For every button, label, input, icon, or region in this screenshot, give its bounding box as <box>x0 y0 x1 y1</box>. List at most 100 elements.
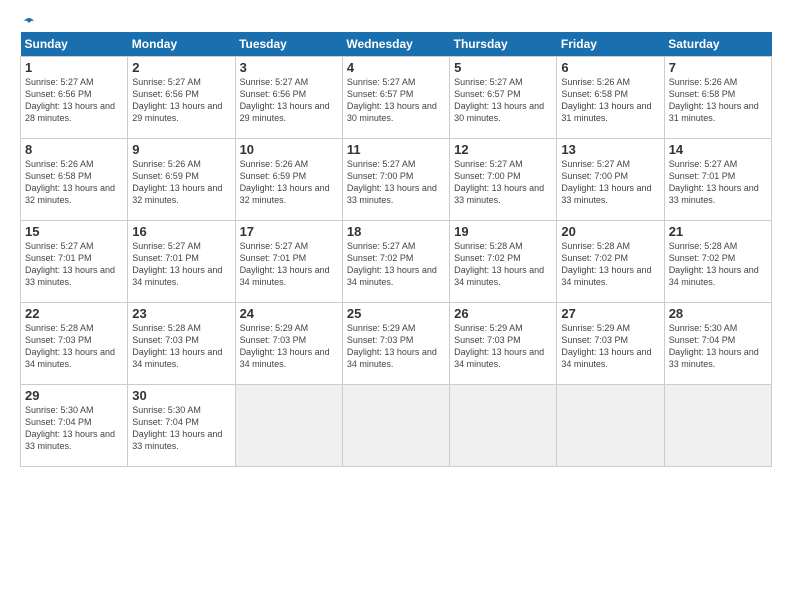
day-cell: 12 Sunrise: 5:27 AMSunset: 7:00 PMDaylig… <box>450 139 557 221</box>
day-info: Sunrise: 5:28 AMSunset: 7:02 PMDaylight:… <box>454 241 544 287</box>
day-cell <box>450 385 557 467</box>
day-number: 24 <box>240 306 338 321</box>
day-info: Sunrise: 5:30 AMSunset: 7:04 PMDaylight:… <box>25 405 115 451</box>
day-cell: 26 Sunrise: 5:29 AMSunset: 7:03 PMDaylig… <box>450 303 557 385</box>
week-row-4: 29 Sunrise: 5:30 AMSunset: 7:04 PMDaylig… <box>21 385 772 467</box>
day-info: Sunrise: 5:29 AMSunset: 7:03 PMDaylight:… <box>454 323 544 369</box>
day-info: Sunrise: 5:27 AMSunset: 7:02 PMDaylight:… <box>347 241 437 287</box>
day-cell: 5 Sunrise: 5:27 AMSunset: 6:57 PMDayligh… <box>450 57 557 139</box>
day-cell <box>664 385 771 467</box>
day-info: Sunrise: 5:26 AMSunset: 6:58 PMDaylight:… <box>561 77 651 123</box>
day-number: 12 <box>454 142 552 157</box>
day-number: 2 <box>132 60 230 75</box>
day-info: Sunrise: 5:29 AMSunset: 7:03 PMDaylight:… <box>347 323 437 369</box>
day-info: Sunrise: 5:27 AMSunset: 7:01 PMDaylight:… <box>25 241 115 287</box>
header <box>20 16 772 28</box>
day-cell: 29 Sunrise: 5:30 AMSunset: 7:04 PMDaylig… <box>21 385 128 467</box>
week-row-2: 15 Sunrise: 5:27 AMSunset: 7:01 PMDaylig… <box>21 221 772 303</box>
day-number: 30 <box>132 388 230 403</box>
day-number: 26 <box>454 306 552 321</box>
day-number: 10 <box>240 142 338 157</box>
page-container: Sunday Monday Tuesday Wednesday Thursday… <box>0 0 792 477</box>
day-number: 16 <box>132 224 230 239</box>
week-row-1: 8 Sunrise: 5:26 AMSunset: 6:58 PMDayligh… <box>21 139 772 221</box>
day-cell <box>342 385 449 467</box>
day-number: 27 <box>561 306 659 321</box>
day-info: Sunrise: 5:26 AMSunset: 6:58 PMDaylight:… <box>25 159 115 205</box>
calendar-table: Sunday Monday Tuesday Wednesday Thursday… <box>20 32 772 467</box>
day-number: 22 <box>25 306 123 321</box>
day-cell: 21 Sunrise: 5:28 AMSunset: 7:02 PMDaylig… <box>664 221 771 303</box>
day-cell: 7 Sunrise: 5:26 AMSunset: 6:58 PMDayligh… <box>664 57 771 139</box>
day-cell: 25 Sunrise: 5:29 AMSunset: 7:03 PMDaylig… <box>342 303 449 385</box>
day-cell: 22 Sunrise: 5:28 AMSunset: 7:03 PMDaylig… <box>21 303 128 385</box>
day-cell: 2 Sunrise: 5:27 AMSunset: 6:56 PMDayligh… <box>128 57 235 139</box>
day-cell: 4 Sunrise: 5:27 AMSunset: 6:57 PMDayligh… <box>342 57 449 139</box>
day-cell: 13 Sunrise: 5:27 AMSunset: 7:00 PMDaylig… <box>557 139 664 221</box>
day-number: 18 <box>347 224 445 239</box>
day-info: Sunrise: 5:28 AMSunset: 7:03 PMDaylight:… <box>25 323 115 369</box>
day-info: Sunrise: 5:28 AMSunset: 7:02 PMDaylight:… <box>561 241 651 287</box>
week-row-3: 22 Sunrise: 5:28 AMSunset: 7:03 PMDaylig… <box>21 303 772 385</box>
day-cell: 23 Sunrise: 5:28 AMSunset: 7:03 PMDaylig… <box>128 303 235 385</box>
day-cell: 28 Sunrise: 5:30 AMSunset: 7:04 PMDaylig… <box>664 303 771 385</box>
col-sunday: Sunday <box>21 32 128 57</box>
day-info: Sunrise: 5:27 AMSunset: 6:57 PMDaylight:… <box>347 77 437 123</box>
col-saturday: Saturday <box>664 32 771 57</box>
day-info: Sunrise: 5:28 AMSunset: 7:02 PMDaylight:… <box>669 241 759 287</box>
day-number: 6 <box>561 60 659 75</box>
day-info: Sunrise: 5:27 AMSunset: 6:56 PMDaylight:… <box>240 77 330 123</box>
header-row: Sunday Monday Tuesday Wednesday Thursday… <box>21 32 772 57</box>
day-cell: 6 Sunrise: 5:26 AMSunset: 6:58 PMDayligh… <box>557 57 664 139</box>
day-number: 3 <box>240 60 338 75</box>
day-number: 9 <box>132 142 230 157</box>
day-number: 28 <box>669 306 767 321</box>
day-cell: 18 Sunrise: 5:27 AMSunset: 7:02 PMDaylig… <box>342 221 449 303</box>
day-cell: 17 Sunrise: 5:27 AMSunset: 7:01 PMDaylig… <box>235 221 342 303</box>
day-number: 19 <box>454 224 552 239</box>
day-number: 11 <box>347 142 445 157</box>
day-info: Sunrise: 5:30 AMSunset: 7:04 PMDaylight:… <box>669 323 759 369</box>
day-info: Sunrise: 5:26 AMSunset: 6:58 PMDaylight:… <box>669 77 759 123</box>
day-number: 13 <box>561 142 659 157</box>
day-info: Sunrise: 5:27 AMSunset: 6:56 PMDaylight:… <box>25 77 115 123</box>
logo-bird-icon <box>21 16 37 32</box>
day-cell: 27 Sunrise: 5:29 AMSunset: 7:03 PMDaylig… <box>557 303 664 385</box>
day-info: Sunrise: 5:27 AMSunset: 7:01 PMDaylight:… <box>132 241 222 287</box>
col-monday: Monday <box>128 32 235 57</box>
day-info: Sunrise: 5:27 AMSunset: 6:56 PMDaylight:… <box>132 77 222 123</box>
day-cell: 8 Sunrise: 5:26 AMSunset: 6:58 PMDayligh… <box>21 139 128 221</box>
day-number: 8 <box>25 142 123 157</box>
day-number: 20 <box>561 224 659 239</box>
day-info: Sunrise: 5:30 AMSunset: 7:04 PMDaylight:… <box>132 405 222 451</box>
day-cell: 11 Sunrise: 5:27 AMSunset: 7:00 PMDaylig… <box>342 139 449 221</box>
day-cell: 3 Sunrise: 5:27 AMSunset: 6:56 PMDayligh… <box>235 57 342 139</box>
day-number: 1 <box>25 60 123 75</box>
day-cell: 20 Sunrise: 5:28 AMSunset: 7:02 PMDaylig… <box>557 221 664 303</box>
day-cell: 9 Sunrise: 5:26 AMSunset: 6:59 PMDayligh… <box>128 139 235 221</box>
day-number: 5 <box>454 60 552 75</box>
day-cell: 14 Sunrise: 5:27 AMSunset: 7:01 PMDaylig… <box>664 139 771 221</box>
day-cell: 1 Sunrise: 5:27 AMSunset: 6:56 PMDayligh… <box>21 57 128 139</box>
day-info: Sunrise: 5:27 AMSunset: 7:00 PMDaylight:… <box>454 159 544 205</box>
day-cell <box>235 385 342 467</box>
day-cell: 30 Sunrise: 5:30 AMSunset: 7:04 PMDaylig… <box>128 385 235 467</box>
day-cell: 24 Sunrise: 5:29 AMSunset: 7:03 PMDaylig… <box>235 303 342 385</box>
day-number: 7 <box>669 60 767 75</box>
logo <box>20 16 38 28</box>
day-number: 25 <box>347 306 445 321</box>
day-cell: 19 Sunrise: 5:28 AMSunset: 7:02 PMDaylig… <box>450 221 557 303</box>
day-info: Sunrise: 5:26 AMSunset: 6:59 PMDaylight:… <box>240 159 330 205</box>
day-cell: 15 Sunrise: 5:27 AMSunset: 7:01 PMDaylig… <box>21 221 128 303</box>
day-info: Sunrise: 5:27 AMSunset: 7:01 PMDaylight:… <box>240 241 330 287</box>
col-tuesday: Tuesday <box>235 32 342 57</box>
day-info: Sunrise: 5:26 AMSunset: 6:59 PMDaylight:… <box>132 159 222 205</box>
week-row-0: 1 Sunrise: 5:27 AMSunset: 6:56 PMDayligh… <box>21 57 772 139</box>
day-info: Sunrise: 5:27 AMSunset: 7:01 PMDaylight:… <box>669 159 759 205</box>
day-number: 4 <box>347 60 445 75</box>
col-wednesday: Wednesday <box>342 32 449 57</box>
day-cell: 16 Sunrise: 5:27 AMSunset: 7:01 PMDaylig… <box>128 221 235 303</box>
day-number: 23 <box>132 306 230 321</box>
day-number: 14 <box>669 142 767 157</box>
day-cell: 10 Sunrise: 5:26 AMSunset: 6:59 PMDaylig… <box>235 139 342 221</box>
